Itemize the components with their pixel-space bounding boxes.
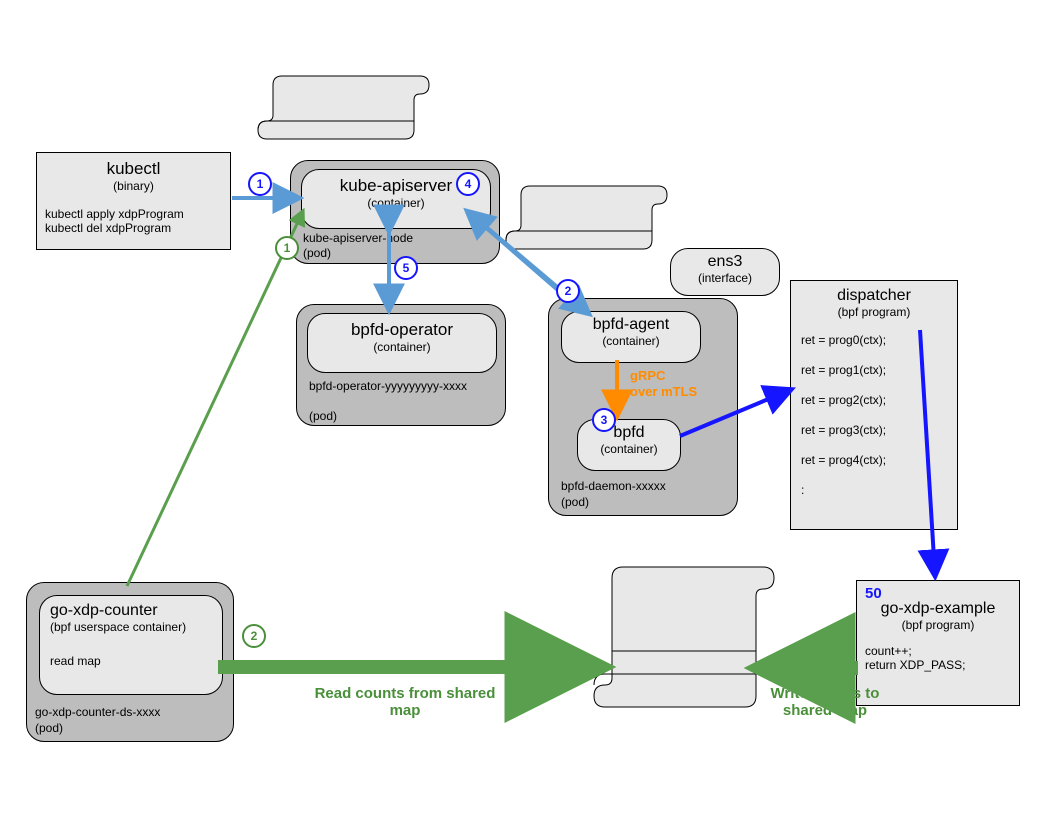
bpfd-operator-pod-sub: (pod) bbox=[309, 409, 337, 423]
bpfprogram-crd: BpfProgram (CRD) bbox=[521, 192, 651, 220]
bpfd-daemon-pod: bpfd-agent (container) bpfd (container) … bbox=[548, 298, 738, 516]
bpfd-operator-container: bpfd-operator (container) bbox=[307, 313, 497, 373]
kubectl-title: kubectl bbox=[45, 159, 222, 179]
dispatcher-line2: ret = prog2(ctx); bbox=[801, 393, 947, 407]
step-2: 2 bbox=[556, 279, 580, 303]
sharedmap-title-1: Shared bbox=[612, 590, 756, 610]
step-1: 1 bbox=[248, 172, 272, 196]
go-xdp-counter-title: go-xdp-counter bbox=[50, 602, 212, 620]
sharedmap-l1: rx_packets++ bbox=[614, 656, 686, 670]
step-3: 3 bbox=[592, 408, 616, 432]
bpfd-sub: (container) bbox=[578, 442, 680, 456]
ens3-sub: (interface) bbox=[671, 271, 779, 285]
bpfd-container: bpfd (container) bbox=[577, 419, 681, 471]
xdpprogram-title: XdpProgram bbox=[273, 82, 413, 96]
kubectl-box: kubectl (binary) kubectl apply xdpProgra… bbox=[36, 152, 231, 250]
ens3-title: ens3 bbox=[671, 253, 779, 271]
go-xdp-counter-sub: (bpf userspace container) bbox=[50, 620, 212, 634]
bpfd-agent-container: bpfd-agent (container) bbox=[561, 311, 701, 363]
go-xdp-counter-pod-sub: (pod) bbox=[35, 721, 63, 735]
xdpprogram-crd: XdpProgram (CRD) bbox=[273, 82, 413, 110]
grpc-l1: gRPC bbox=[630, 368, 665, 383]
kube-apiserver-pod-label: kube-apiserver-node bbox=[303, 231, 413, 245]
bpfd-operator-pod-label: bpfd-operator-yyyyyyyyy-xxxx bbox=[309, 379, 489, 393]
dispatcher-title: dispatcher bbox=[801, 287, 947, 305]
go-xdp-counter-pod: go-xdp-counter (bpf userspace container)… bbox=[26, 582, 234, 742]
dispatcher-box: dispatcher (bpf program) ret = prog0(ctx… bbox=[790, 280, 958, 530]
sharedmap-title-2: Map bbox=[612, 610, 756, 630]
go-xdp-counter-pod-label: go-xdp-counter-ds-xxxx bbox=[35, 705, 160, 719]
xdpprogram-sub: (CRD) bbox=[273, 96, 413, 110]
go-xdp-example-l1: count++; bbox=[865, 644, 1011, 658]
sharedmap-l2: rx_bytes += bytes bbox=[614, 672, 709, 686]
dispatcher-line1: ret = prog1(ctx); bbox=[801, 363, 947, 377]
go-xdp-example-l2: return XDP_PASS; bbox=[865, 658, 1011, 672]
bpfd-daemon-pod-label: bpfd-daemon-xxxxx bbox=[561, 479, 666, 493]
dispatcher-line3: ret = prog3(ctx); bbox=[801, 423, 947, 437]
label-read: Read counts from shared map bbox=[300, 685, 510, 719]
label-write: Write counts to shared map bbox=[760, 685, 890, 719]
kubectl-line2: kubectl del xdpProgram bbox=[45, 221, 222, 235]
bpfprogram-sub: (CRD) bbox=[521, 206, 651, 220]
dispatcher-line4: ret = prog4(ctx); bbox=[801, 453, 947, 467]
bpfprogram-title: BpfProgram bbox=[521, 192, 651, 206]
kube-apiserver-sub: (container) bbox=[302, 196, 490, 210]
go-xdp-example-title: go-xdp-example bbox=[865, 600, 1011, 618]
dispatcher-sub: (bpf program) bbox=[801, 305, 947, 319]
go-xdp-counter-l1: read map bbox=[50, 654, 212, 668]
ens3-box: ens3 (interface) bbox=[670, 248, 780, 296]
step-g2: 2 bbox=[242, 624, 266, 648]
kubectl-line1: kubectl apply xdpProgram bbox=[45, 207, 222, 221]
step-5: 5 bbox=[394, 256, 418, 280]
step-g1: 1 bbox=[275, 236, 299, 260]
kube-apiserver-pod-sub: (pod) bbox=[303, 246, 331, 260]
sharedmap-scroll-shape bbox=[594, 567, 774, 707]
bpfd-agent-title: bpfd-agent bbox=[562, 316, 700, 334]
go-xdp-counter-container: go-xdp-counter (bpf userspace container)… bbox=[39, 595, 223, 695]
step-4: 4 bbox=[456, 172, 480, 196]
bpfd-agent-sub: (container) bbox=[562, 334, 700, 348]
bpfd-operator-title: bpfd-operator bbox=[308, 320, 496, 340]
grpc-l2: over mTLS bbox=[630, 384, 697, 399]
dispatcher-line5: : bbox=[801, 483, 947, 497]
bpfd-operator-pod: bpfd-operator (container) bpfd-operator-… bbox=[296, 304, 506, 426]
kubectl-sub: (binary) bbox=[45, 179, 222, 193]
dispatcher-line0: ret = prog0(ctx); bbox=[801, 333, 947, 347]
bpfd-operator-sub: (container) bbox=[308, 340, 496, 354]
sharedmap-text: Shared Map bbox=[612, 590, 756, 630]
go-xdp-example-sub: (bpf program) bbox=[865, 618, 1011, 632]
bpfd-daemon-pod-sub: (pod) bbox=[561, 495, 589, 509]
